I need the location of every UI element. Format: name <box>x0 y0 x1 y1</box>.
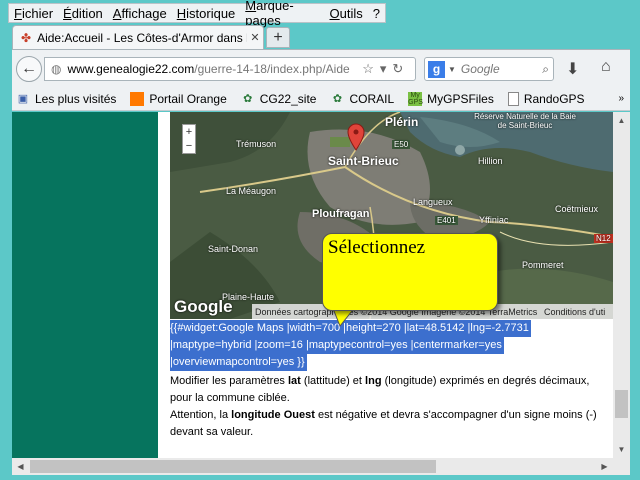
longitude-west-keyword: longitude Ouest <box>231 409 315 421</box>
map-label-tremuson: Trémuson <box>236 139 277 149</box>
url-path: /guerre-14-18/index.php/Aide <box>194 62 350 76</box>
map-label-coetmieux: Coëtmieux <box>555 204 599 214</box>
text-span: est négative et devra s'accompagner d'un… <box>314 409 597 421</box>
map-label-saint-brieuc: Saint-Brieuc <box>328 154 399 168</box>
map-label-langueux: Langueux <box>413 197 453 207</box>
globe-icon: ◍ <box>51 62 62 76</box>
close-tab-icon[interactable]: ✕ <box>247 31 263 44</box>
scroll-left-arrow-icon[interactable]: ◀ <box>12 458 29 475</box>
bookmark-cg22-site[interactable]: ✿ CG22_site <box>241 91 317 106</box>
warning-line: Attention, la longitude Ouest est négati… <box>170 407 597 424</box>
zoom-in-button[interactable]: + <box>183 125 195 139</box>
map-label-n12: N12 <box>594 234 613 243</box>
bookmark-portail-orange[interactable]: Portail Orange <box>130 91 227 106</box>
map-terms-link[interactable]: Conditions d'uti <box>538 307 605 317</box>
bookmark-randogps[interactable]: RandoGPS <box>507 91 585 106</box>
bookmarks-bar: ▣ Les plus visités Portail Orange ✿ CG22… <box>12 87 630 111</box>
horizontal-scroll-thumb[interactable] <box>30 460 436 473</box>
bookmark-mygpsfiles[interactable]: My GPS MyGPSFiles <box>408 91 494 106</box>
scroll-right-arrow-icon[interactable]: ▶ <box>596 458 613 475</box>
menu-outils[interactable]: Outils <box>325 6 368 21</box>
instruction-line: Modifier les paramètres lat (lattitude) … <box>170 373 589 390</box>
google-logo: Google <box>174 297 233 316</box>
most-visited-icon: ▣ <box>17 92 29 105</box>
text-span: Modifier les paramètres <box>170 375 288 387</box>
orange-icon <box>130 91 145 106</box>
menu-bar: Fichier Édition Affichage Historique Mar… <box>8 0 386 28</box>
bookmark-label: CORAIL <box>349 91 395 106</box>
search-bar[interactable]: g ▼ Google ⌕ <box>424 57 554 81</box>
selected-code-line[interactable]: |overviewmapcontrol=yes }} <box>170 354 307 371</box>
bookmark-label: Les plus visités <box>35 91 117 106</box>
lat-keyword: lat <box>288 375 301 387</box>
map-label-saint-donan: Saint-Donan <box>208 244 259 254</box>
new-tab-button[interactable]: + <box>266 27 290 48</box>
menu-marque-pages[interactable]: Marque-pages <box>240 0 324 28</box>
bookmark-corail[interactable]: ✿ CORAIL <box>330 92 394 106</box>
zoom-out-button[interactable]: − <box>183 139 195 153</box>
map-label-pommeret: Pommeret <box>522 260 564 270</box>
bookmark-star-icon[interactable]: ☆ <box>362 61 374 77</box>
reload-icon[interactable]: ↻ <box>392 61 403 77</box>
mygps-icon: My GPS <box>408 91 423 106</box>
vertical-scroll-thumb[interactable] <box>615 390 628 418</box>
menu-edition[interactable]: Édition <box>58 6 108 21</box>
page-icon <box>507 91 519 106</box>
map-label-hillion: Hillion <box>478 156 503 166</box>
engine-dropdown-icon[interactable]: ▼ <box>448 65 456 74</box>
map-label-e50: E50 <box>392 140 411 149</box>
map-label-reserve: Réserve Naturelle de la Baie de Saint-Br… <box>474 112 576 130</box>
map-label-e401: E401 <box>435 216 458 225</box>
scroll-up-arrow-icon[interactable]: ▲ <box>613 112 630 129</box>
text-span: Attention, la <box>170 409 232 421</box>
tab-active[interactable]: ✤ Aide:Accueil - Les Côtes-d'Armor dans … <box>12 25 264 49</box>
warning-line: devant sa valeur. <box>170 426 254 438</box>
dropdown-arrow-icon[interactable]: ▾ <box>380 61 387 77</box>
bookmark-label: CG22_site <box>259 91 317 106</box>
back-button[interactable]: ← <box>16 56 42 82</box>
selected-code-line[interactable]: |maptype=hybrid |zoom=16 |maptypecontrol… <box>170 337 504 354</box>
home-icon[interactable]: ⌂ <box>601 58 611 76</box>
download-icon[interactable]: ⬇ <box>566 59 579 79</box>
callout-bubble: Sélectionnez <box>322 233 498 311</box>
url-domain: www.genealogie22.com <box>67 62 195 76</box>
corail-icon: ✿ <box>332 92 343 105</box>
left-sidebar <box>12 112 158 458</box>
scroll-down-arrow-icon[interactable]: ▼ <box>613 441 630 458</box>
lng-keyword: lng <box>365 375 382 387</box>
site-favicon-icon: ✤ <box>21 30 32 45</box>
map-label-yffiniac: Yffiniac <box>479 215 509 225</box>
map-label-la-meaugon: La Méaugon <box>226 186 277 196</box>
menu-fichier[interactable]: Fichier <box>9 6 58 21</box>
search-placeholder: Google <box>460 62 500 76</box>
text-span: (lattitude) et <box>300 375 366 387</box>
search-icon[interactable]: ⌕ <box>542 62 549 77</box>
menu-affichage[interactable]: Affichage <box>108 6 172 21</box>
bookmark-label: RandoGPS <box>523 91 585 106</box>
bookmark-les-plus-visites[interactable]: ▣ Les plus visités <box>16 91 117 106</box>
menu-help[interactable]: ? <box>368 6 385 21</box>
tab-title: Aide:Accueil - Les Côtes-d'Armor dans l.… <box>37 30 247 45</box>
instruction-line: pour la commune ciblée. <box>170 392 290 404</box>
cg22-icon: ✿ <box>243 92 253 105</box>
url-bar[interactable]: ◍ www.genealogie22.com /guerre-14-18/ind… <box>44 57 416 81</box>
map-label-plerin: Plérin <box>385 115 419 129</box>
bookmark-label: Portail Orange <box>149 91 227 106</box>
text-span: (longitude) exprimés en degrés décimaux, <box>381 375 590 387</box>
menu-historique[interactable]: Historique <box>172 6 241 21</box>
bookmark-label: MyGPSFiles <box>427 91 494 106</box>
map-label-ploufragan: Ploufragan <box>312 208 370 220</box>
bookmarks-overflow-icon[interactable]: » <box>618 93 624 104</box>
google-engine-icon[interactable]: g <box>428 60 445 78</box>
map-zoom-control: + − <box>182 124 196 154</box>
